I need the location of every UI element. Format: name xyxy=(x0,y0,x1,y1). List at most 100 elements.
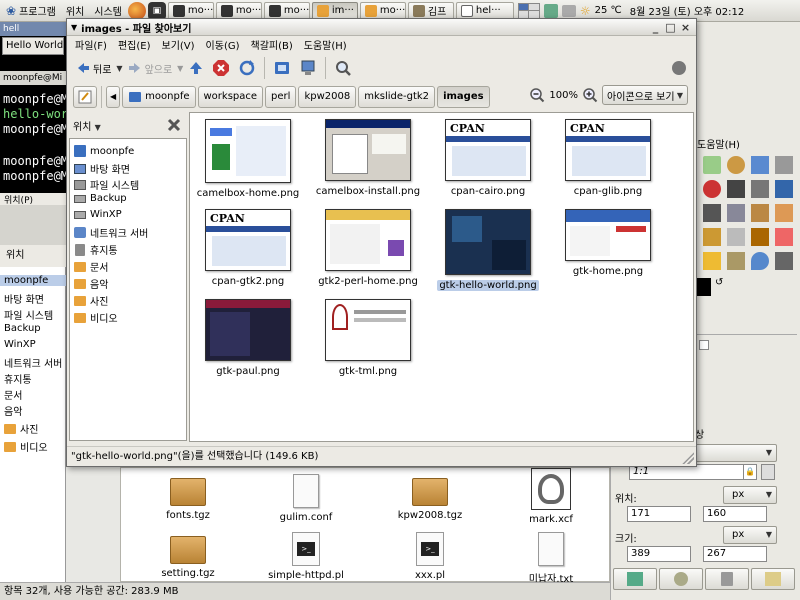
view-mode-select[interactable]: 아이콘으로 보기 ▼ xyxy=(602,85,688,105)
file-item-camelbox-install[interactable]: camelbox-install.png xyxy=(313,119,423,197)
resize-grip-icon[interactable] xyxy=(682,452,694,464)
place-videos[interactable]: 비디오 xyxy=(74,310,118,325)
size-width-field[interactable]: 389 xyxy=(627,546,691,562)
place-trash[interactable]: 휴지통 xyxy=(74,242,118,257)
select-icon[interactable] xyxy=(703,156,721,174)
file-item-camelbox-home[interactable]: camelbox-home.png xyxy=(193,119,303,199)
reset-options-button[interactable] xyxy=(751,568,795,590)
bg-place-item[interactable]: 사진 xyxy=(4,421,38,436)
brush-icon[interactable] xyxy=(751,228,769,246)
file-item-cpan-gtk2[interactable]: CPAN cpan-gtk2.png xyxy=(193,209,303,287)
save-options-button[interactable] xyxy=(613,568,657,590)
bg-file-item[interactable]: 미납자.txt xyxy=(501,532,601,585)
lasso-icon[interactable] xyxy=(727,156,745,174)
stop-button[interactable] xyxy=(209,56,233,80)
forward-history-icon[interactable]: ▼ xyxy=(177,64,183,73)
shear-icon[interactable] xyxy=(727,204,745,222)
bg-place-item[interactable]: 음악 xyxy=(4,403,22,418)
place-network[interactable]: 네트워크 서버 xyxy=(74,225,148,240)
hello-world-popup[interactable]: Hello World! xyxy=(2,37,64,55)
bg-file-item[interactable]: fonts.tgz xyxy=(138,478,238,521)
blend-icon[interactable] xyxy=(727,228,745,246)
weather-icon[interactable]: ☼ xyxy=(580,4,591,18)
file-item-cpan-cairo[interactable]: CPAN cpan-cairo.png xyxy=(433,119,543,197)
move-icon[interactable] xyxy=(727,180,745,198)
breadcrumb-perl[interactable]: perl xyxy=(265,85,297,108)
taskbar-item[interactable]: mo··· xyxy=(167,1,214,20)
place-moonpfe[interactable]: moonpfe xyxy=(74,145,134,157)
place-filesystem[interactable]: 파일 시스템 xyxy=(74,177,139,192)
dodge-icon[interactable] xyxy=(775,252,793,270)
breadcrumb-images[interactable]: images xyxy=(437,85,490,108)
menu-view[interactable]: 보기(V) xyxy=(162,37,195,52)
firefox-launcher-icon[interactable] xyxy=(127,1,146,20)
taskbar-item[interactable]: hel··· xyxy=(455,1,514,20)
file-item-gtk-home[interactable]: gtk-home.png xyxy=(553,209,663,277)
menu-edit[interactable]: 편집(E) xyxy=(118,37,151,52)
size-unit-dropdown[interactable]: px ▼ xyxy=(723,526,777,544)
close-sidebar-icon[interactable] xyxy=(167,118,181,132)
bg-place-item[interactable]: Backup xyxy=(4,323,41,334)
bg-place-item[interactable]: 네트워크 서버 xyxy=(4,355,62,370)
printer-icon[interactable] xyxy=(561,4,576,17)
text-tool-icon[interactable] xyxy=(751,204,769,222)
maximize-icon[interactable]: □ xyxy=(664,21,677,34)
gimp-help-menu[interactable]: 도움말(H) xyxy=(697,136,740,151)
minimize-icon[interactable]: _ xyxy=(649,21,662,34)
sidebar-type-select[interactable]: 위치 ▼ xyxy=(73,118,101,133)
heal-icon[interactable] xyxy=(703,252,721,270)
taskbar-item[interactable]: mo··· xyxy=(215,1,262,20)
clock[interactable]: 8월 23일 (토) 오후 02:12 xyxy=(630,3,744,18)
file-item-gtk-tml[interactable]: gtk-tml.png xyxy=(313,299,423,377)
position-y-field[interactable]: 160 xyxy=(703,506,767,522)
bg-file-item[interactable]: kpw2008.tgz xyxy=(380,478,480,521)
bg-file-item[interactable]: gulim.conf xyxy=(256,474,356,523)
eraser-icon[interactable] xyxy=(775,228,793,246)
breadcrumb-moonpfe[interactable]: moonpfe xyxy=(122,85,196,108)
places-menu[interactable]: 위치 xyxy=(62,3,88,18)
pencil-icon[interactable] xyxy=(775,204,793,222)
taskbar-item[interactable]: mo··· xyxy=(263,1,310,20)
bg-file-item[interactable]: >_ xxx.pl xyxy=(380,532,480,581)
bg-place-item[interactable]: 휴지통 xyxy=(4,371,32,386)
file-item-gtk2-perl-home[interactable]: gtk2-perl-home.png xyxy=(313,209,423,287)
back-history-icon[interactable]: ▼ xyxy=(116,64,122,73)
system-menu[interactable]: 시스템 xyxy=(90,3,126,18)
computer-button[interactable] xyxy=(296,56,320,80)
place-desktop[interactable]: 바탕 화면 xyxy=(74,161,130,176)
place-pictures[interactable]: 사진 xyxy=(74,293,108,308)
reload-button[interactable] xyxy=(235,56,259,80)
applications-menu[interactable]: ❀ 프로그램 xyxy=(2,3,60,19)
window-menu-icon[interactable]: ▼ xyxy=(71,23,77,32)
bg-file-item[interactable]: setting.tgz xyxy=(138,536,238,579)
crop-icon[interactable] xyxy=(775,156,793,174)
bg-file-item[interactable]: mark.xcf xyxy=(501,468,601,525)
lock-icon[interactable]: 🔒 xyxy=(743,464,757,480)
bg-file-item[interactable]: >_ simple-httpd.pl xyxy=(256,532,356,581)
swap-colors-icon[interactable]: ↺ xyxy=(715,277,723,288)
breadcrumb-kpw2008[interactable]: kpw2008 xyxy=(298,85,357,108)
align-icon[interactable] xyxy=(751,180,769,198)
bg-place-item[interactable]: moonpfe xyxy=(0,275,66,286)
terminal-title[interactable]: hell xyxy=(0,22,66,36)
fuzzy-select-icon[interactable] xyxy=(751,156,769,174)
file-item-cpan-glib[interactable]: CPAN cpan-glib.png xyxy=(553,119,663,197)
terminal-tab[interactable]: moonpfe@Mi xyxy=(0,71,66,85)
landscape-icon[interactable] xyxy=(761,464,775,480)
bg-place-item[interactable]: 파일 시스템 xyxy=(4,307,53,322)
zoom-in-icon[interactable] xyxy=(582,87,598,103)
position-unit-dropdown[interactable]: px ▼ xyxy=(723,486,777,504)
delete-options-button[interactable] xyxy=(705,568,749,590)
place-documents[interactable]: 문서 xyxy=(74,259,108,274)
place-winxp[interactable]: WinXP xyxy=(74,209,122,220)
file-item-gtk-hello-world[interactable]: gtk-hello-world.png xyxy=(433,209,543,291)
taskbar-item-images[interactable]: im··· xyxy=(311,1,358,20)
place-music[interactable]: 음악 xyxy=(74,276,108,291)
bg-place-item[interactable]: WinXP xyxy=(4,339,36,350)
back-button[interactable]: 뒤로 xyxy=(73,56,114,80)
taskbar-item-gimp[interactable]: 김프 xyxy=(407,1,454,20)
zoom-out-icon[interactable] xyxy=(529,87,545,103)
search-button[interactable] xyxy=(331,56,355,80)
breadcrumb-scroll-left[interactable]: ◀ xyxy=(106,85,121,108)
zoom-level[interactable]: 100% xyxy=(549,90,578,101)
